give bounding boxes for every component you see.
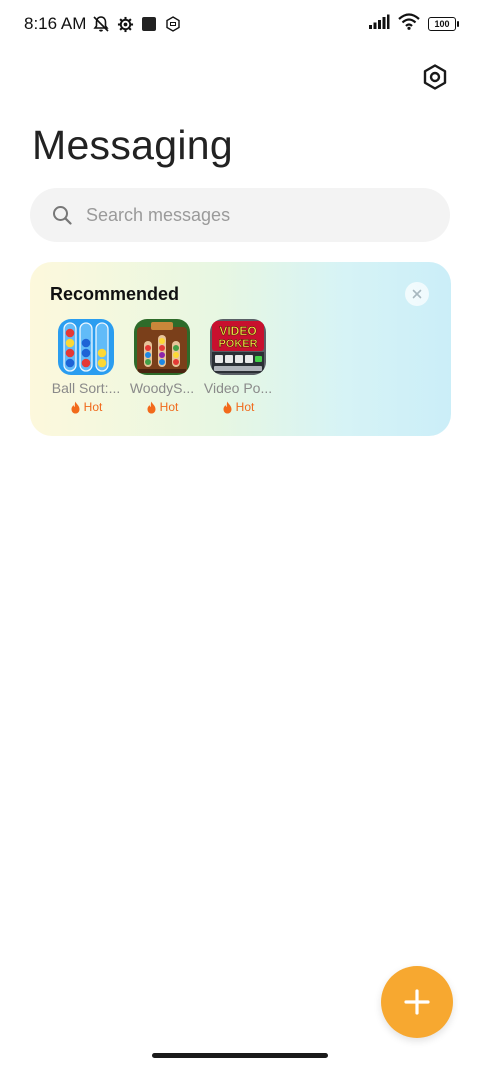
hot-badge: Hot — [222, 400, 255, 414]
plus-icon — [404, 989, 430, 1015]
page-title: Messaging — [32, 122, 233, 168]
gear-small-icon — [116, 15, 134, 33]
ball-sort-app-icon — [58, 319, 114, 375]
video-poker-icon-text-bottom: POKER — [218, 338, 257, 350]
flame-icon — [223, 401, 232, 413]
flame-icon — [71, 401, 80, 413]
recommended-card: Recommended Ball Sort:... Hot WoodyS... … — [30, 262, 451, 436]
battery-icon: 100 — [428, 17, 459, 31]
status-bar: 8:16 AM 100 — [0, 0, 480, 48]
video-poker-icon-text-top: VIDEO — [219, 324, 256, 338]
hexagon-icon — [164, 15, 182, 33]
mute-bell-icon — [92, 15, 110, 33]
recommended-close-button[interactable] — [405, 282, 429, 306]
battery-level: 100 — [434, 19, 450, 29]
messaging-screen: 8:16 AM 100 Messaging Search messages Re… — [0, 0, 480, 1066]
close-icon — [412, 289, 422, 299]
new-message-fab[interactable] — [381, 966, 453, 1038]
video-poker-app-icon: VIDEO POKER — [210, 319, 266, 375]
hot-badge: Hot — [70, 400, 103, 414]
status-right: 100 — [368, 13, 459, 35]
app-name: Ball Sort:... — [51, 380, 121, 396]
status-left: 8:16 AM — [24, 14, 182, 34]
settings-button[interactable] — [420, 62, 450, 92]
woody-sort-app-icon — [134, 319, 190, 375]
square-icon — [140, 15, 158, 33]
recommended-title: Recommended — [50, 284, 180, 304]
hot-label: Hot — [159, 400, 179, 414]
status-time: 8:16 AM — [24, 14, 87, 33]
hot-label: Hot — [83, 400, 103, 414]
hot-badge: Hot — [146, 400, 179, 414]
search-icon — [53, 206, 72, 225]
app-name: WoodyS... — [129, 380, 195, 396]
wifi-icon — [398, 13, 420, 35]
search-input[interactable] — [86, 204, 428, 226]
search-bar[interactable] — [30, 188, 450, 242]
hot-label: Hot — [235, 400, 255, 414]
recommended-apps: Ball Sort:... Hot WoodyS... Hot VIDEO PO… — [48, 319, 276, 414]
recommended-app-woody-sort[interactable]: WoodyS... Hot — [124, 319, 200, 414]
flame-icon — [147, 401, 156, 413]
signal-icon — [368, 14, 390, 35]
recommended-app-ball-sort[interactable]: Ball Sort:... Hot — [48, 319, 124, 414]
gesture-navigation-bar[interactable] — [152, 1053, 328, 1058]
app-name: Video Po... — [203, 380, 273, 396]
settings-hexagon-icon — [423, 64, 447, 90]
recommended-app-video-poker[interactable]: VIDEO POKER Video Po... Hot — [200, 319, 276, 414]
